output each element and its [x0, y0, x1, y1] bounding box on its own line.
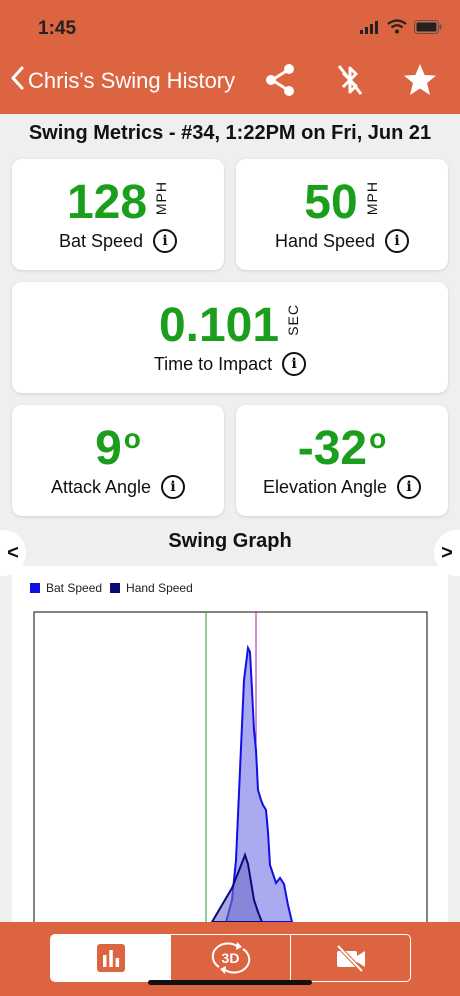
back-button[interactable]: Chris's Swing History — [10, 66, 235, 95]
bar-chart-icon — [96, 944, 125, 972]
tab-3d[interactable]: 3D — [171, 935, 291, 981]
hand-speed-card: 50 MPH Hand Speed i — [236, 159, 448, 270]
legend-swatch-bat-speed — [30, 583, 40, 593]
legend-item-hand-speed: Hand Speed — [110, 581, 193, 595]
metrics-title: Swing Metrics - #34, 1:22PM on Fri, Jun … — [28, 122, 432, 144]
hand-speed-value: 50 — [304, 176, 358, 229]
star-icon — [404, 64, 436, 95]
attack-angle-card: 9 o Attack Angle i — [12, 405, 224, 516]
elevation-angle-value-group: -32 o — [236, 425, 448, 473]
time-to-impact-unit: SEC — [285, 304, 302, 336]
time-to-impact-value: 0.101 — [158, 299, 280, 352]
video-off-icon — [336, 944, 365, 973]
chart-legend: Bat Speed Hand Speed — [30, 581, 193, 595]
hand-speed-unit: MPH — [363, 181, 380, 216]
hand-speed-value-group: 50 MPH — [236, 179, 448, 227]
bluetooth-off-button[interactable] — [332, 62, 368, 98]
rotate-3d-icon: 3D — [211, 941, 251, 975]
time-to-impact-label: Time to Impact — [153, 353, 273, 374]
share-icon — [266, 64, 294, 96]
hand-speed-label-row: Hand Speed i — [236, 229, 448, 253]
elevation-angle-value: -32 — [297, 422, 368, 475]
bat-speed-value-group: 128 MPH — [12, 179, 224, 227]
swing-graph-chart — [33, 611, 428, 922]
attack-angle-value: 9 — [95, 422, 122, 475]
wifi-icon — [387, 19, 407, 39]
elevation-angle-label-row: Elevation Angle i — [236, 475, 448, 499]
info-icon[interactable]: i — [282, 352, 307, 376]
attack-angle-value-group: 9 o — [12, 425, 224, 473]
bat-speed-label: Bat Speed — [58, 230, 144, 251]
view-segment-control: 3D — [50, 934, 411, 982]
share-button[interactable] — [262, 62, 298, 98]
nav-actions — [262, 62, 438, 98]
attack-angle-label-row: Attack Angle i — [12, 475, 224, 499]
status-time: 1:45 — [38, 18, 77, 39]
time-to-impact-value-group: 0.101 SEC — [12, 302, 448, 350]
bat-speed-label-row: Bat Speed i — [12, 229, 224, 253]
bat-speed-unit: MPH — [153, 181, 170, 216]
legend-label-hand-speed: Hand Speed — [126, 581, 193, 595]
info-icon[interactable]: i — [385, 229, 410, 253]
attack-angle-unit: o — [123, 423, 141, 454]
nav-title: Chris's Swing History — [28, 67, 236, 93]
chevron-left-icon — [10, 66, 24, 95]
graph-title: Swing Graph — [168, 530, 292, 552]
attack-angle-label: Attack Angle — [50, 476, 152, 497]
legend-label-bat-speed: Bat Speed — [46, 581, 103, 595]
bat-speed-card: 128 MPH Bat Speed i — [12, 159, 224, 270]
plot-frame — [33, 611, 428, 922]
time-to-impact-card: 0.101 SEC Time to Impact i — [12, 282, 448, 393]
bluetooth-off-icon — [337, 65, 363, 95]
info-icon[interactable]: i — [397, 475, 422, 499]
legend-item-bat-speed: Bat Speed — [30, 581, 102, 595]
tab-video[interactable] — [291, 935, 410, 981]
hand-speed-label: Hand Speed — [274, 230, 376, 251]
elevation-angle-unit: o — [369, 423, 387, 454]
legend-swatch-hand-speed — [110, 583, 121, 593]
signal-icon — [360, 20, 380, 39]
tab-3d-label: 3D — [221, 950, 240, 966]
elevation-angle-label: Elevation Angle — [262, 476, 388, 497]
app-header: 1:45 Chris's Swing History — [0, 0, 460, 114]
tab-graph[interactable] — [51, 935, 171, 981]
info-icon[interactable]: i — [153, 229, 178, 253]
bat-speed-value: 128 — [66, 176, 148, 229]
home-indicator — [148, 980, 312, 985]
time-to-impact-label-row: Time to Impact i — [12, 352, 448, 376]
favorite-button[interactable] — [402, 62, 438, 98]
status-icons — [360, 19, 442, 39]
elevation-angle-card: -32 o Elevation Angle i — [236, 405, 448, 516]
info-icon[interactable]: i — [161, 475, 186, 499]
battery-icon — [414, 19, 442, 39]
